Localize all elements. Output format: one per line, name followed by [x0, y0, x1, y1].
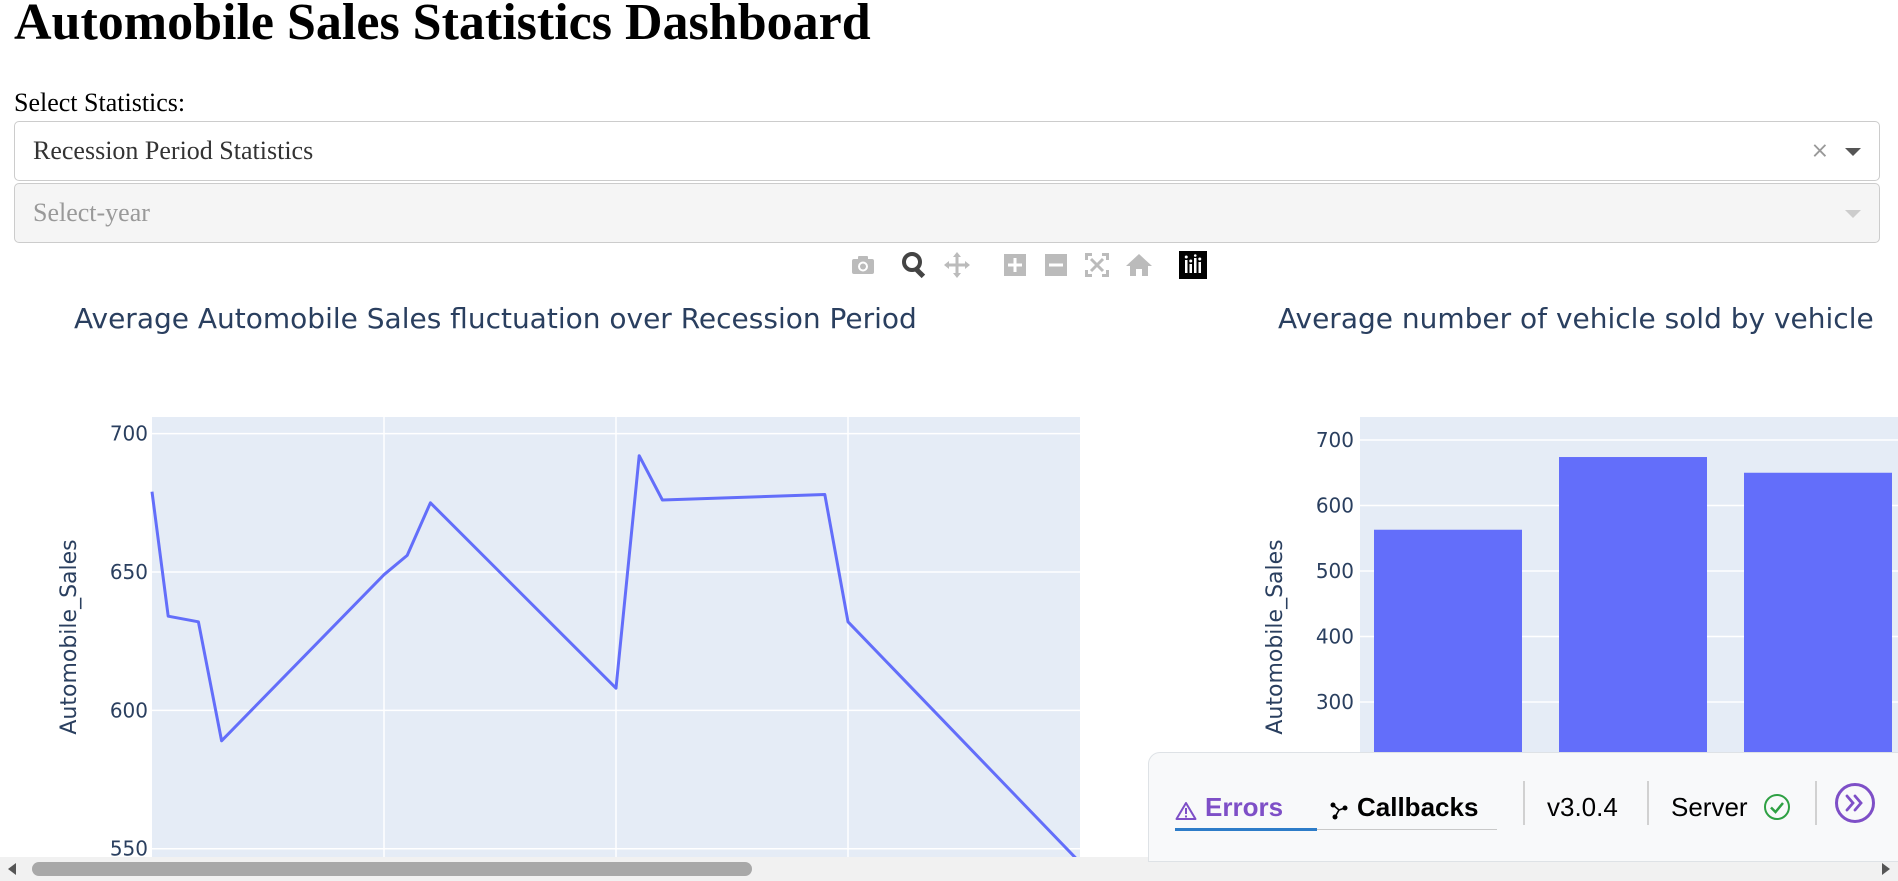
y-tick-label: 700: [110, 422, 148, 446]
double-chevron-right-icon[interactable]: [1835, 783, 1875, 823]
dash-devtools-bar: Errors Callbacks v3.0.4 Server: [1148, 752, 1898, 862]
divider: [1647, 781, 1649, 825]
line-chart-svg[interactable]: 550 600 650 700 Average Automobile Sales flu…: [0, 290, 1140, 857]
chevron-down-icon[interactable]: [1845, 210, 1861, 218]
autoscale-icon[interactable]: [1082, 250, 1112, 282]
y-tick-label: 600: [110, 698, 148, 722]
callbacks-label: Callbacks: [1357, 791, 1479, 822]
scrollbar-thumb[interactable]: [32, 862, 752, 876]
check-circle-icon: [1763, 793, 1791, 821]
scroll-right-icon[interactable]: [1882, 863, 1890, 875]
y-axis-title: Automobile_Sales: [1263, 539, 1288, 734]
server-label: Server: [1671, 791, 1748, 822]
errors-label: Errors: [1205, 791, 1284, 822]
scroll-left-icon[interactable]: [8, 863, 16, 875]
y-tick-label: 400: [1316, 625, 1354, 649]
select-statistics-label: Select Statistics:: [14, 88, 186, 117]
year-dropdown[interactable]: Select-year: [14, 183, 1880, 243]
y-tick-label: 500: [1316, 559, 1354, 583]
errors-tab[interactable]: Errors: [1175, 785, 1283, 829]
chart-title: Average number of vehicle sold by vehicl…: [1278, 302, 1874, 335]
y-tick-label: 700: [1316, 428, 1354, 452]
divider: [1815, 781, 1817, 825]
tab-underline: [1317, 829, 1497, 830]
callbacks-tab[interactable]: Callbacks: [1329, 785, 1478, 829]
zoom-out-icon[interactable]: [1041, 250, 1071, 282]
statistics-dropdown-value: Recession Period Statistics: [33, 136, 314, 165]
y-tick-label: 300: [1316, 690, 1354, 714]
y-tick-label: 650: [110, 560, 148, 584]
line-chart-recession: 550 600 650 700 Average Automobile Sales flu…: [0, 290, 1140, 857]
statistics-dropdown[interactable]: Recession Period Statistics ×: [14, 121, 1880, 181]
y-tick-label: 600: [1316, 494, 1354, 518]
zoom-in-icon[interactable]: [1000, 250, 1030, 282]
y-tick-label: 550: [110, 837, 148, 857]
divider: [1523, 781, 1525, 825]
year-dropdown-placeholder: Select-year: [33, 198, 150, 227]
warning-icon: [1175, 797, 1197, 820]
y-axis-title: Automobile_Sales: [57, 539, 82, 734]
reset-axes-icon[interactable]: [1124, 250, 1154, 282]
chart-title: Average Automobile Sales fluctuation ove…: [74, 302, 917, 335]
camera-icon[interactable]: [848, 250, 878, 282]
version-label: v3.0.4: [1547, 791, 1618, 822]
chevron-down-icon[interactable]: [1845, 148, 1861, 156]
close-icon[interactable]: ×: [1811, 139, 1829, 164]
errors-tab-underline: [1175, 828, 1317, 831]
zoom-icon[interactable]: [900, 250, 930, 282]
callback-graph-icon: [1329, 797, 1349, 820]
page-title: Automobile Sales Statistics Dashboard: [14, 0, 871, 51]
plotly-logo-icon[interactable]: [1178, 250, 1208, 282]
pan-icon[interactable]: [942, 250, 972, 282]
